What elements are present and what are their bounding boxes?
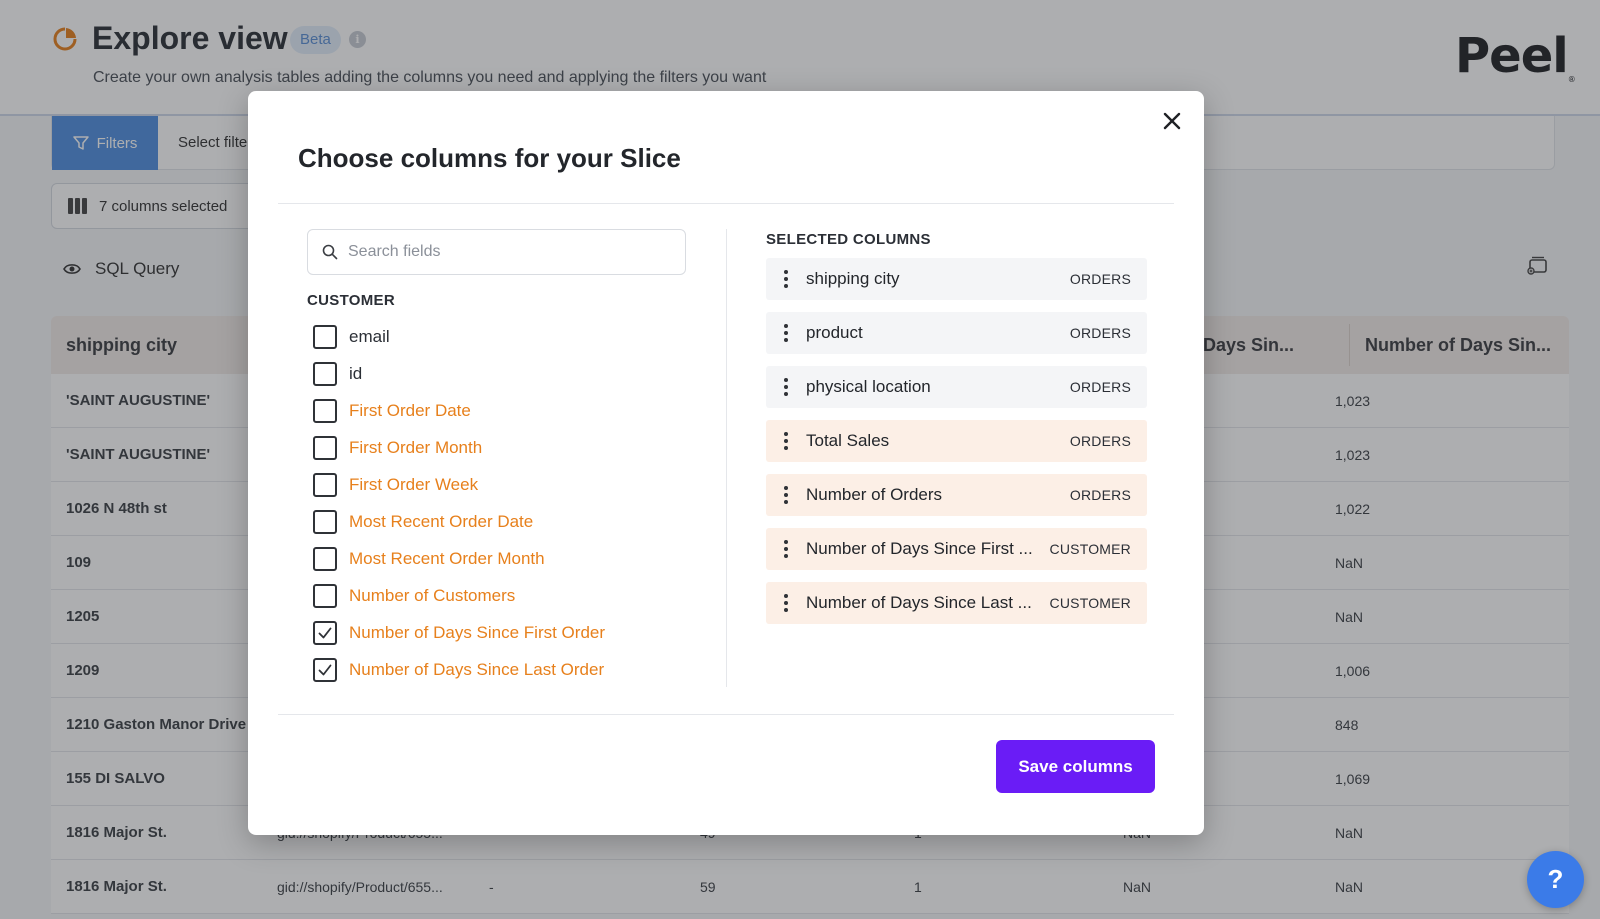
drag-handle-icon[interactable] [766,378,806,396]
close-icon[interactable] [1160,109,1184,133]
field-option-label: First Order Month [349,437,483,457]
selected-column-source: ORDERS [1069,325,1131,341]
field-option-label: First Order Week [349,474,479,494]
selected-column-name: Total Sales [806,431,890,450]
field-option[interactable]: Number of Days Since Last Order [313,651,605,688]
field-option-label: Number of Days Since First Order [349,622,606,642]
field-group-label: CUSTOMER [307,292,395,309]
selected-column-name: product [806,323,863,342]
selected-columns-list: shipping city ORDERS product ORDERS physical… [766,258,1147,636]
field-option[interactable]: First Order Month [313,429,605,466]
selected-column-name: Number of Days Since Last ... [806,593,1032,612]
field-option[interactable]: email [313,318,605,355]
modal-divider [278,714,1174,715]
field-option[interactable]: First Order Date [313,392,605,429]
checkbox-checked[interactable] [313,657,337,682]
selected-column-name: Number of Days Since First ... [806,539,1033,558]
search-fields-box[interactable] [307,229,686,275]
field-option[interactable]: First Order Week [313,466,605,503]
drag-handle-icon[interactable] [766,324,806,342]
selected-columns-header: SELECTED COLUMNS [766,231,931,248]
checkbox[interactable] [313,398,337,423]
field-option[interactable]: Most Recent Order Date [313,503,605,540]
selected-column-source: ORDERS [1069,379,1131,395]
checkbox[interactable] [313,472,337,497]
selected-column-item[interactable]: product ORDERS [766,312,1147,354]
selected-column-name: physical location [806,377,931,396]
selected-column-item[interactable]: Number of Days Since Last ... CUSTOMER [766,582,1147,624]
selected-column-source: ORDERS [1069,433,1131,449]
search-icon [322,244,338,260]
field-option-label: Most Recent Order Month [349,548,545,568]
field-option-label: First Order Date [349,400,471,420]
field-option[interactable]: Number of Customers [313,577,605,614]
selected-column-name: shipping city [806,269,900,288]
choose-columns-modal: Choose columns for your Slice CUSTOMER e… [248,91,1204,835]
selected-column-name: Number of Orders [806,485,943,504]
selected-column-source: ORDERS [1069,487,1131,503]
selected-column-item[interactable]: Total Sales ORDERS [766,420,1147,462]
help-button[interactable]: ? [1527,851,1584,908]
field-option-label: Number of Days Since Last Order [349,659,605,679]
modal-column-divider [726,229,727,687]
drag-handle-icon[interactable] [766,432,806,450]
checkbox[interactable] [313,361,337,386]
checkbox[interactable] [313,583,337,608]
drag-handle-icon[interactable] [766,270,806,288]
check-icon [318,627,332,638]
selected-column-source: CUSTOMER [1049,595,1131,611]
drag-handle-icon[interactable] [766,540,806,558]
drag-handle-icon[interactable] [766,594,806,612]
modal-divider [278,203,1174,204]
field-option-label: Number of Customers [349,585,516,605]
modal-title: Choose columns for your Slice [298,143,681,173]
selected-column-item[interactable]: Number of Days Since First ... CUSTOMER [766,528,1147,570]
check-icon [318,664,332,675]
field-option[interactable]: Most Recent Order Month [313,540,605,577]
selected-column-item[interactable]: Number of Orders ORDERS [766,474,1147,516]
search-fields-input[interactable] [348,243,668,261]
selected-column-source: CUSTOMER [1049,541,1131,557]
drag-handle-icon[interactable] [766,486,806,504]
save-columns-button[interactable]: Save columns [996,740,1155,793]
field-option-label: id [349,363,363,383]
selected-column-source: ORDERS [1069,271,1131,287]
field-option[interactable]: id [313,355,605,392]
selected-column-item[interactable]: shipping city ORDERS [766,258,1147,300]
checkbox[interactable] [313,509,337,534]
checkbox-checked[interactable] [313,620,337,645]
field-list: email id First Order Date First Order Month… [313,318,605,688]
checkbox[interactable] [313,324,337,349]
checkbox[interactable] [313,546,337,571]
field-option-label: Most Recent Order Date [349,511,534,531]
field-option[interactable]: Number of Days Since First Order [313,614,605,651]
checkbox[interactable] [313,435,337,460]
selected-column-item[interactable]: physical location ORDERS [766,366,1147,408]
field-option-label: email [349,326,390,346]
